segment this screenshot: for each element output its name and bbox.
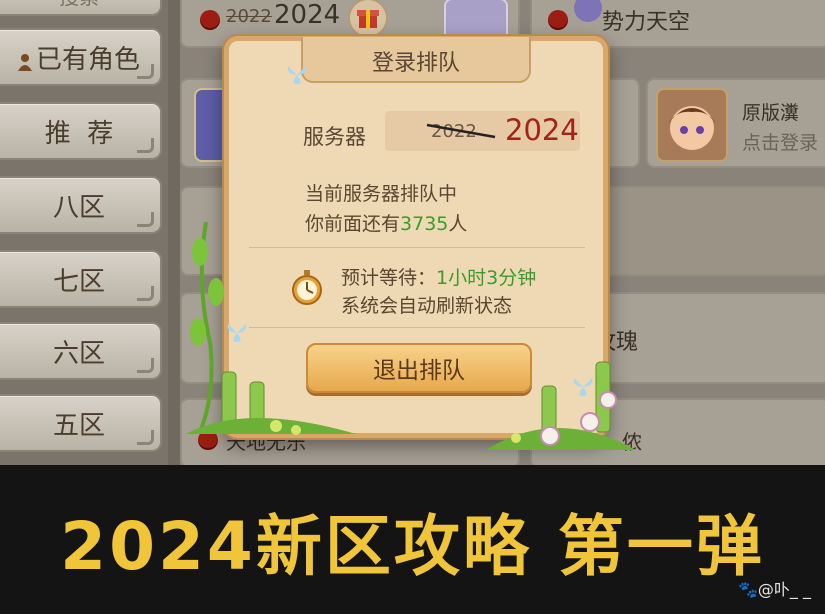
game-screen: 搜索 已有角色 推 荐 八区 七区 六区 五区: [0, 0, 825, 465]
sidebar-item-label: 五区: [52, 410, 105, 441]
butterfly-icon: [287, 66, 307, 84]
sidebar-item-label: 推 荐: [44, 118, 114, 149]
sidebar-item-label: 八区: [52, 192, 105, 223]
search-tab[interactable]: 搜索: [0, 0, 162, 16]
wait-value: 1小时3分钟: [436, 267, 537, 289]
bamboo-vine-decoration-right: [486, 361, 636, 450]
gift-icon[interactable]: [348, 0, 388, 38]
sidebar-item-label: 六区: [52, 338, 105, 369]
sidebar-item-zone-8[interactable]: 八区: [0, 176, 162, 234]
sidebar-item-recommended[interactable]: 推 荐: [0, 102, 162, 160]
server-name: 势力天空: [602, 10, 691, 35]
bamboo-vine-decoration-left: [186, 222, 356, 435]
strikethrough-mark: [426, 123, 496, 139]
server-status-icon: [200, 10, 220, 30]
server-label: 服务器: [303, 125, 366, 149]
avatar: [656, 88, 728, 162]
server-name: 原版瀵: [742, 102, 800, 124]
queue-count: 3735: [400, 213, 449, 235]
sidebar-item-zone-7[interactable]: 七区: [0, 250, 162, 308]
server-card-original[interactable]: 原版瀵 点击登录: [646, 78, 825, 168]
avatar: [574, 0, 602, 22]
server-status-icon: [548, 10, 568, 30]
queue-status-text: 当前服务器排队中: [305, 183, 458, 205]
login-link[interactable]: 点击登录: [742, 128, 818, 155]
exit-queue-label: 退出排队: [373, 358, 465, 384]
corner-ornament: [137, 286, 154, 301]
dialog-title: 登录排队: [371, 51, 460, 76]
server-new-year: 2024: [505, 113, 579, 147]
corner-ornament: [137, 64, 154, 79]
sidebar-item-zone-6[interactable]: 六区: [0, 322, 162, 380]
sidebar-item-label: 已有角色: [35, 44, 140, 75]
search-tab-label: 搜索: [59, 0, 99, 10]
dialog-header: 登录排队: [301, 37, 531, 83]
sidebar-item-zone-5[interactable]: 五区: [0, 394, 162, 452]
corner-ornament: [137, 212, 154, 227]
watermark: 🐾@卟_ _: [737, 580, 811, 599]
caption-banner: 2024新区攻略 第一弹 🐾@卟_ _: [0, 465, 825, 614]
server-category-sidebar: 搜索 已有角色 推 荐 八区 七区 六区 五区: [0, 0, 168, 465]
sidebar-item-my-roles[interactable]: 已有角色: [0, 28, 162, 86]
person-icon: [17, 48, 32, 71]
server-old-year: 2022: [226, 6, 272, 27]
corner-ornament: [137, 358, 154, 373]
corner-ornament: [137, 430, 154, 445]
auto-refresh-text: 系统会自动刷新状态: [341, 295, 513, 317]
banner-title: 2024新区攻略 第一弹: [60, 508, 765, 585]
queue-ahead-suffix: 人: [448, 213, 468, 235]
corner-ornament: [137, 138, 154, 153]
server-new-year: 2024: [274, 0, 341, 30]
sidebar-item-label: 七区: [52, 266, 105, 297]
estimated-wait: 预计等待：1小时3分钟: [341, 263, 536, 290]
